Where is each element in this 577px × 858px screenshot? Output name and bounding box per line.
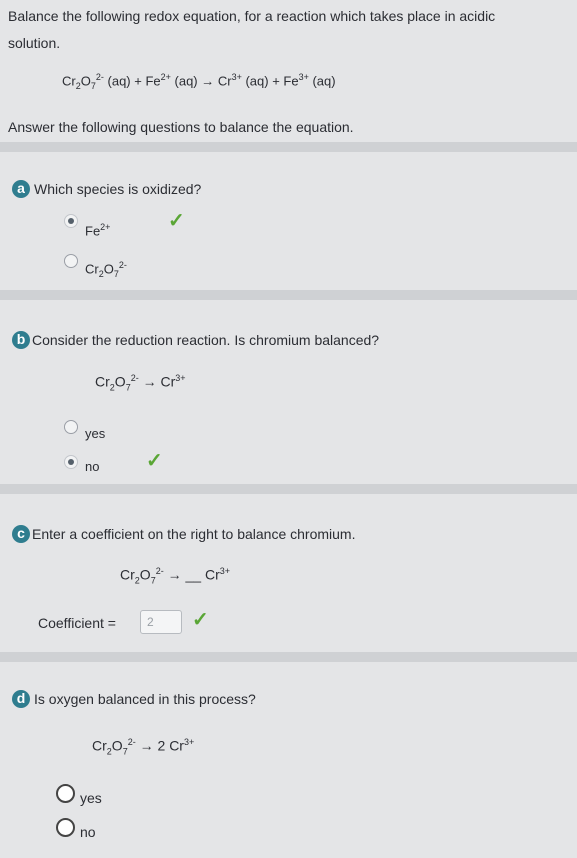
option-b-yes-label: yes <box>85 426 106 441</box>
section-divider <box>0 652 577 662</box>
question-c: Enter a coefficient on the right to bala… <box>32 526 356 542</box>
option-d-yes-label: yes <box>80 790 102 806</box>
question-b: Consider the reduction reaction. Is chro… <box>32 332 380 348</box>
intro-line-1: Balance the following redox equation, fo… <box>8 8 496 24</box>
badge-a: a <box>12 180 30 198</box>
radio-b-yes[interactable] <box>64 420 78 434</box>
section-divider <box>0 484 577 494</box>
coefficient-input[interactable]: 2 <box>140 610 182 634</box>
radio-a-fe2[interactable] <box>64 214 78 228</box>
coefficient-label: Coefficient = <box>38 615 116 631</box>
badge-d: d <box>12 690 30 708</box>
badge-c: c <box>12 525 30 543</box>
option-d-no-label: no <box>80 824 96 840</box>
radio-a-dichromate[interactable] <box>64 254 78 268</box>
question-a: Which species is oxidized? <box>34 181 202 197</box>
reaction-c: Cr2O72- → __ Cr3+ <box>120 566 231 586</box>
radio-d-yes[interactable] <box>56 784 75 803</box>
checkmark-icon: ✓ <box>146 450 163 472</box>
intro-line-2: solution. <box>8 35 61 51</box>
section-divider <box>0 290 577 300</box>
option-a-dichromate-label: Cr2O72- <box>85 260 127 279</box>
option-b-no-label: no <box>85 459 100 474</box>
radio-d-no[interactable] <box>56 818 75 837</box>
redox-equation: Cr2O72- (aq) + Fe2+ (aq) → Cr3+ (aq) + F… <box>62 72 336 91</box>
option-a-fe2-label: Fe2+ <box>85 222 111 239</box>
section-divider <box>0 142 577 152</box>
checkmark-icon: ✓ <box>192 609 209 631</box>
radio-b-no[interactable] <box>64 455 78 469</box>
reaction-b: Cr2O72- → Cr3+ <box>95 373 186 393</box>
answer-prompt: Answer the following questions to balanc… <box>8 119 354 135</box>
question-d: Is oxygen balanced in this process? <box>34 691 256 707</box>
checkmark-icon: ✓ <box>168 210 185 232</box>
badge-b: b <box>12 331 30 349</box>
reaction-d: Cr2O72- → 2 Cr3+ <box>92 737 195 757</box>
